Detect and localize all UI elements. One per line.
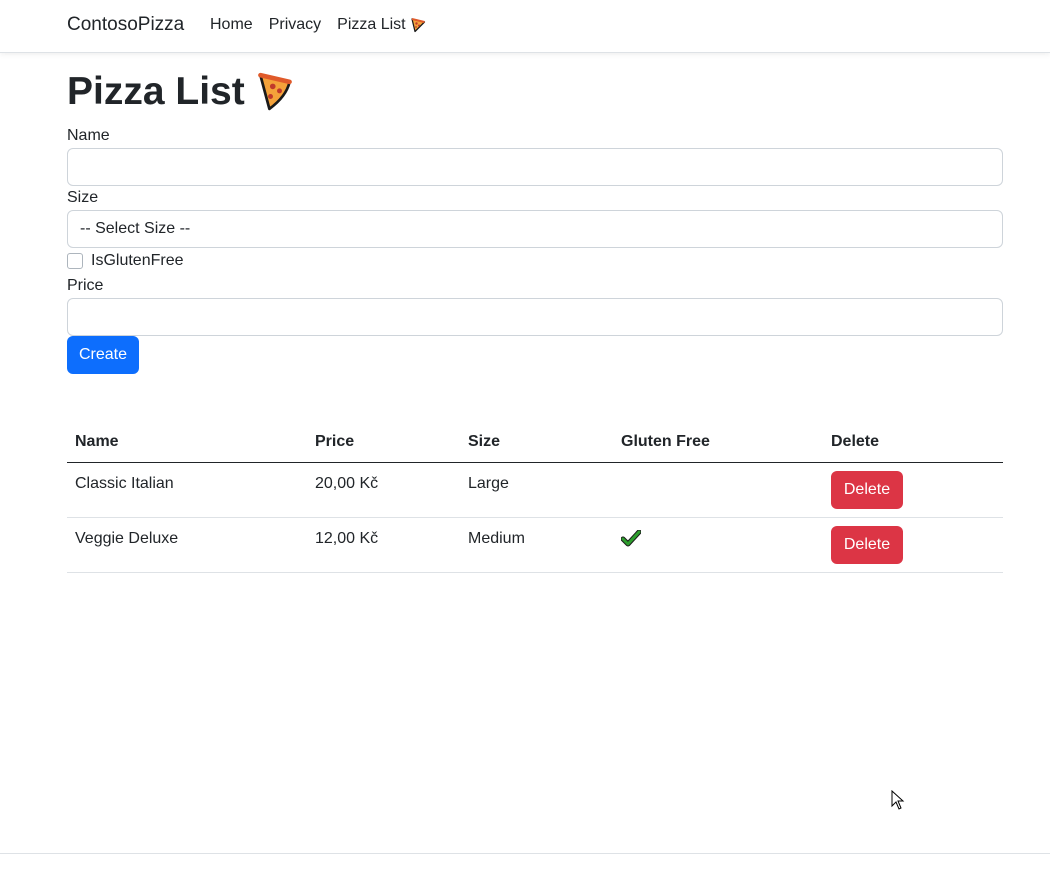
name-input[interactable]: [67, 148, 1003, 186]
brand-link[interactable]: ContosoPizza: [67, 14, 184, 36]
size-select-value: -- Select Size --: [80, 220, 191, 237]
cell-size-text: Large: [468, 474, 509, 492]
header-size: Size: [460, 422, 613, 463]
cell-size: Large: [460, 462, 613, 518]
size-label: Size: [67, 189, 99, 206]
gluten-free-checkbox[interactable]: [67, 253, 83, 269]
cell-name: Classic Italian: [67, 462, 307, 518]
cell-price: 20,00 Kč: [307, 462, 460, 518]
nav-pizza-list[interactable]: Pizza List: [337, 16, 425, 34]
check-mark-icon: [621, 529, 641, 546]
gluten-free-label: IsGlutenFree: [91, 252, 184, 269]
cell-delete: Delete: [823, 517, 1003, 573]
pizza-table: Name Price Size Gluten Free Delete Class…: [67, 422, 1003, 573]
header-price: Price: [307, 422, 460, 463]
nav-home-label: Home: [210, 16, 253, 33]
navbar: ContosoPizza Home Privacy Pizza List: [0, 0, 1050, 53]
nav-links: Home Privacy Pizza List: [210, 16, 442, 34]
cell-delete: Delete: [823, 462, 1003, 518]
header-delete: Delete: [823, 422, 1003, 463]
nav-privacy[interactable]: Privacy: [269, 16, 321, 34]
price-input[interactable]: [67, 298, 1003, 336]
cell-name: Veggie Deluxe: [67, 517, 307, 573]
table-row: Classic Italian 20,00 Kč Large Delete: [67, 462, 1003, 518]
delete-button[interactable]: Delete: [831, 470, 903, 509]
page-title-text: Pizza List: [67, 70, 245, 113]
header-gluten-free: Gluten Free: [613, 422, 823, 463]
pizza-slice-icon: [410, 18, 425, 33]
price-label: Price: [67, 277, 104, 294]
header-name: Name: [67, 422, 307, 463]
size-select[interactable]: -- Select Size --: [67, 210, 1003, 248]
cell-price: 12,00 Kč: [307, 517, 460, 573]
nav-home[interactable]: Home: [210, 16, 253, 34]
cell-name-text: Veggie Deluxe: [75, 529, 179, 547]
name-label: Name: [67, 127, 110, 144]
cell-size-text: Medium: [468, 529, 525, 547]
cell-price-text: 12,00 Kč: [315, 529, 379, 547]
cell-size: Medium: [460, 517, 613, 573]
nav-privacy-label: Privacy: [268, 16, 322, 33]
cell-gluten-free: [613, 462, 823, 518]
create-button[interactable]: Create: [67, 336, 139, 374]
cell-name-text: Classic Italian: [75, 474, 174, 492]
mouse-cursor-icon: [891, 790, 905, 810]
nav-pizza-list-label: Pizza List: [337, 16, 406, 33]
footer-divider: [0, 853, 1050, 854]
pizza-slice-icon: [257, 72, 292, 111]
table-header-row: Name Price Size Gluten Free Delete: [67, 422, 1003, 463]
cell-gluten-free: [613, 517, 823, 573]
delete-button[interactable]: Delete: [831, 525, 903, 564]
cell-price-text: 20,00 Kč: [315, 474, 379, 492]
gluten-free-row: IsGlutenFree: [67, 252, 183, 270]
page-title: Pizza List: [67, 70, 293, 114]
table-row: Veggie Deluxe 12,00 Kč Medium Delete: [67, 517, 1003, 573]
